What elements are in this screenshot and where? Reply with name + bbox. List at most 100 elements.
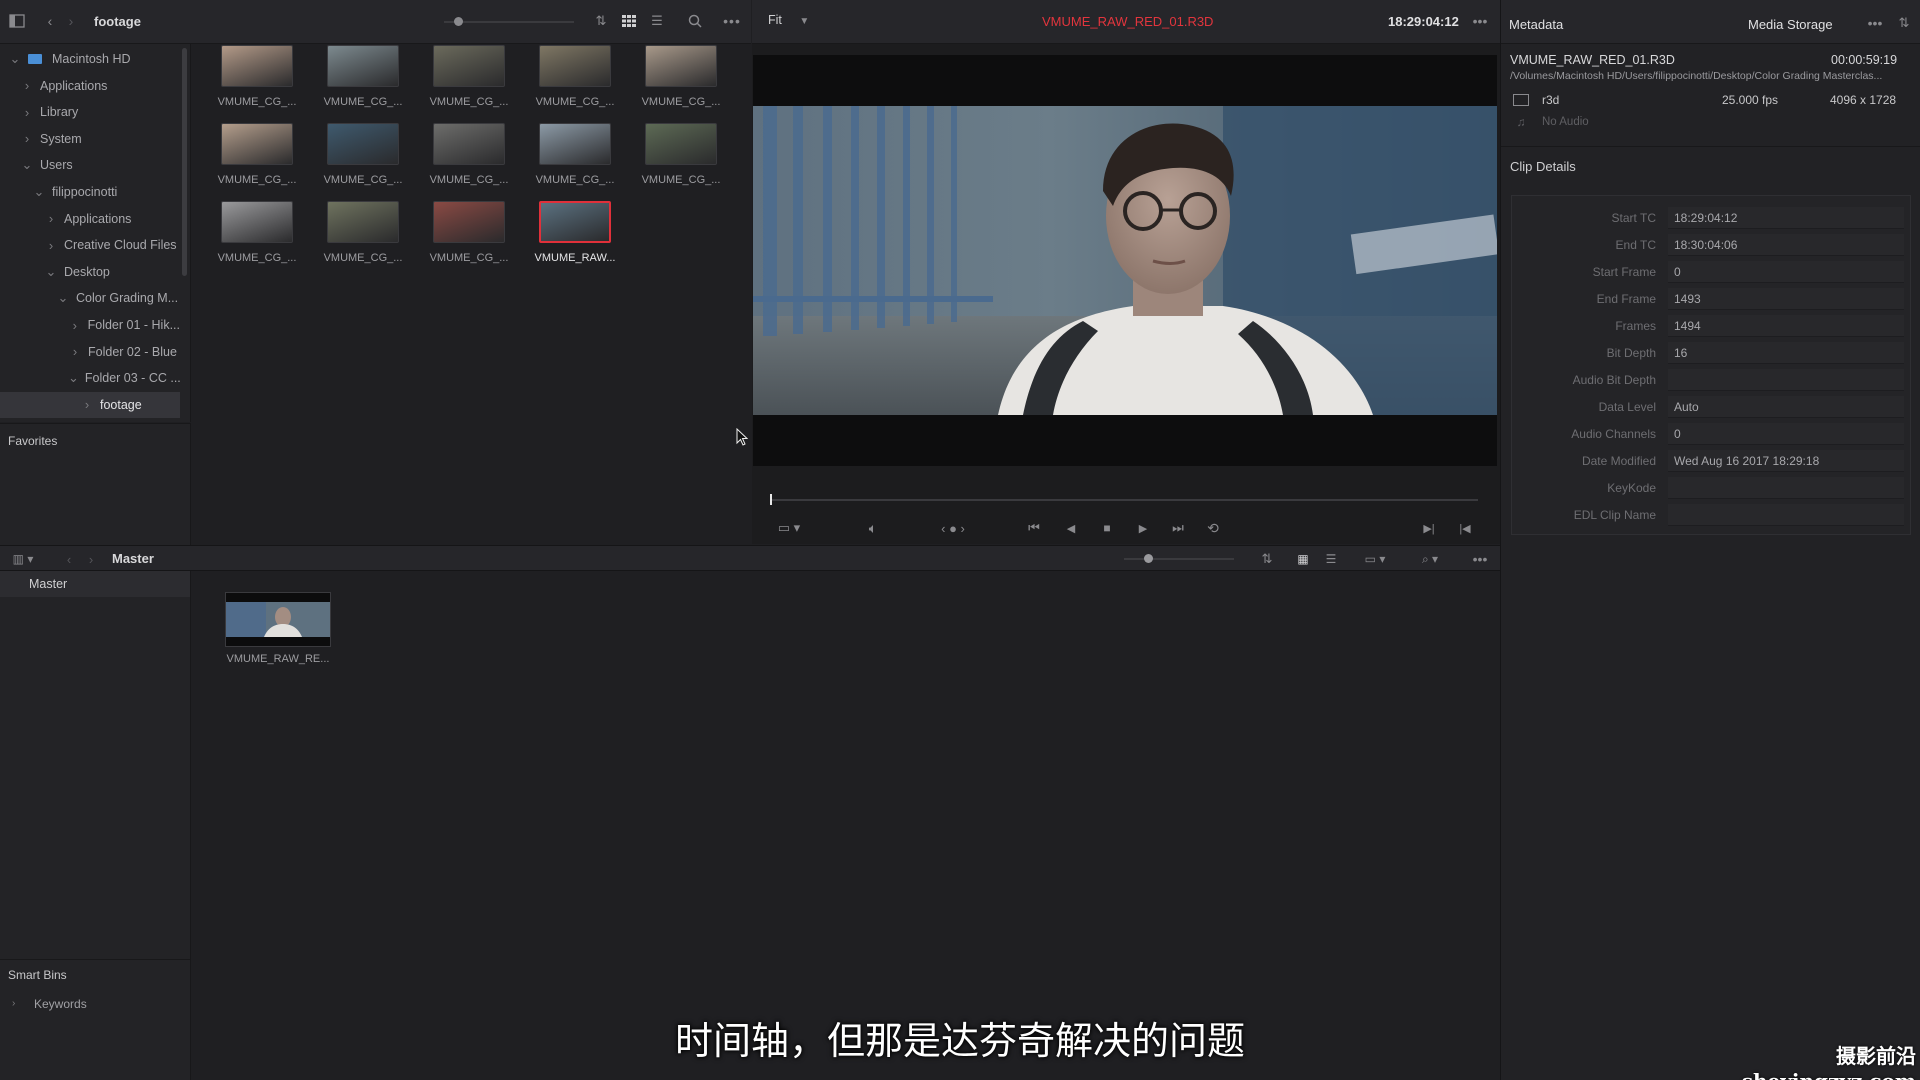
tab-media-storage[interactable]: Media Storage [1748,17,1833,32]
stop-icon[interactable]: ■ [1098,520,1116,536]
tab-metadata[interactable]: Metadata [1509,17,1563,32]
mark-in-icon[interactable]: ▶| [1420,520,1438,536]
bin-thumbnail-slider[interactable] [1124,558,1234,560]
metadata-value-field[interactable]: 18:30:04:06 [1668,234,1904,256]
metadata-more-icon[interactable]: ••• [1865,15,1885,31]
chevron-right-icon[interactable]: › [20,131,34,146]
bin-forward-icon[interactable]: › [84,551,98,567]
sidebar-toggle-icon[interactable] [8,13,26,29]
metadata-value-field[interactable]: Auto [1668,396,1904,418]
zoom-dropdown[interactable]: Fit ▼ [768,13,809,27]
list-view-icon[interactable]: ☰ [648,13,666,29]
tree-item[interactable]: › Library [0,99,180,125]
play-icon[interactable]: ▶ [1134,520,1152,536]
chevron-down-icon[interactable]: ⌄ [68,370,79,386]
chevron-down-icon[interactable]: ⌄ [44,264,58,280]
metadata-value-field[interactable] [1668,477,1904,499]
mark-out-icon[interactable]: |◀ [1456,520,1474,536]
metadata-value-field[interactable] [1668,369,1904,391]
metadata-value-field[interactable]: 0 [1668,261,1904,283]
viewer-display-icon[interactable]: ▭ ▾ [774,520,804,536]
chevron-down-icon[interactable]: ⌄ [8,51,22,67]
tree-item[interactable]: › Folder 02 - Blue [0,339,180,365]
clip-thumbnail[interactable] [645,45,717,87]
viewer-more-options-icon[interactable]: ••• [1470,13,1490,29]
tree-item[interactable]: › footage [0,391,180,418]
thumbnail-size-slider[interactable] [444,21,574,23]
tree-item[interactable]: ⌄ Folder 03 - CC ... [0,365,181,391]
bin-sort-icon[interactable]: ⇅ [1258,551,1276,567]
clip-thumbnail[interactable] [221,45,293,87]
chevron-down-icon[interactable]: ⌄ [20,157,34,173]
chevron-right-icon[interactable]: › [44,211,58,226]
tree-item[interactable]: › Applications [0,73,180,99]
volume-icon[interactable]: 🔈︎ [864,520,882,536]
clip-thumbnail[interactable] [221,201,293,243]
play-reverse-icon[interactable]: ◀ [1062,520,1080,536]
clip-thumbnail[interactable] [327,45,399,87]
sort-icon[interactable]: ⇅ [592,13,610,29]
bin-search-icon[interactable]: ⌕ ▾ [1414,551,1446,567]
jog-control-icon[interactable]: ‹ ● › [930,520,976,536]
tree-scrollbar[interactable] [182,48,187,276]
bin-back-icon[interactable]: ‹ [62,551,76,567]
metadata-value-field[interactable]: Wed Aug 16 2017 18:29:18 [1668,450,1904,472]
tree-item[interactable]: ⌄ filippocinotti [0,179,180,205]
chevron-right-icon[interactable]: › [20,105,34,120]
tree-item[interactable]: ⌄ Macintosh HD [0,46,180,72]
tree-item[interactable]: ⌄ Users [0,152,180,178]
clip-thumbnail[interactable] [539,123,611,165]
metadata-value-field[interactable]: 18:29:04:12 [1668,207,1904,229]
clip-thumbnail[interactable] [221,123,293,165]
metadata-value-field[interactable]: 1494 [1668,315,1904,337]
clip-thumbnail[interactable] [327,123,399,165]
metadata-value-field[interactable]: 16 [1668,342,1904,364]
chevron-right-icon[interactable]: › [80,397,94,412]
tree-item[interactable]: › Creative Cloud Files [0,232,180,258]
keywords-item[interactable]: Keywords [34,997,87,1011]
chevron-right-icon[interactable]: › [44,238,58,253]
bin-display-icon[interactable]: ▭ ▾ [1358,551,1392,567]
clip-thumbnail[interactable] [327,201,399,243]
chevron-down-icon[interactable]: ⌄ [56,290,70,306]
tree-item[interactable]: ⌄ Desktop [0,259,180,285]
metadata-value-field[interactable]: 1493 [1668,288,1904,310]
tree-item[interactable]: › Folder 01 - Hik... [0,312,180,338]
bin-grid-view-icon[interactable]: ▦ [1294,551,1312,567]
metadata-value-field[interactable] [1668,504,1904,526]
tree-item[interactable]: › Applications [0,206,180,232]
video-preview-image[interactable] [753,106,1497,415]
chevron-right-icon[interactable]: › [20,78,34,93]
bin-clip-thumbnail[interactable] [225,592,331,647]
playhead[interactable] [770,494,772,505]
search-icon[interactable] [686,13,704,29]
chevron-right-icon[interactable]: › [12,998,15,1009]
clip-thumbnail[interactable] [645,123,717,165]
skip-to-start-icon[interactable]: ⏮︎ [1024,520,1044,536]
tree-item[interactable]: ⌄ Color Grading M... [0,285,180,311]
clip-thumbnail[interactable] [433,123,505,165]
chevron-down-icon[interactable]: ⌄ [32,184,46,200]
bin-list-view-icon[interactable]: ☰ [1322,551,1340,567]
chevron-right-icon[interactable]: › [68,318,82,333]
back-icon[interactable]: ‹ [43,13,57,29]
clip-thumbnail[interactable] [539,45,611,87]
bin-more-icon[interactable]: ••• [1470,551,1490,567]
thumbnail-size-slider-handle[interactable] [454,17,463,26]
metadata-value-field[interactable]: 0 [1668,423,1904,445]
skip-to-end-icon[interactable]: ⏭︎ [1168,520,1188,536]
clip-thumbnail[interactable] [433,201,505,243]
clip-thumbnail[interactable] [433,45,505,87]
viewer-scrubber[interactable] [770,499,1478,501]
tree-item[interactable]: › System [0,126,180,152]
grid-view-icon[interactable] [620,13,638,29]
clip-thumbnail[interactable] [539,201,611,243]
loop-icon[interactable]: ⟲ [1204,520,1222,536]
metadata-sort-icon[interactable]: ⇅ [1895,15,1913,31]
chevron-right-icon[interactable]: › [68,344,82,359]
bin-sidebar-toggle-icon[interactable]: ▥ ▾ [8,551,38,567]
bin-item-master[interactable]: Master [0,571,190,597]
forward-icon[interactable]: › [64,13,78,29]
more-options-icon[interactable]: ••• [722,13,742,29]
bin-thumbnail-slider-handle[interactable] [1144,554,1153,563]
